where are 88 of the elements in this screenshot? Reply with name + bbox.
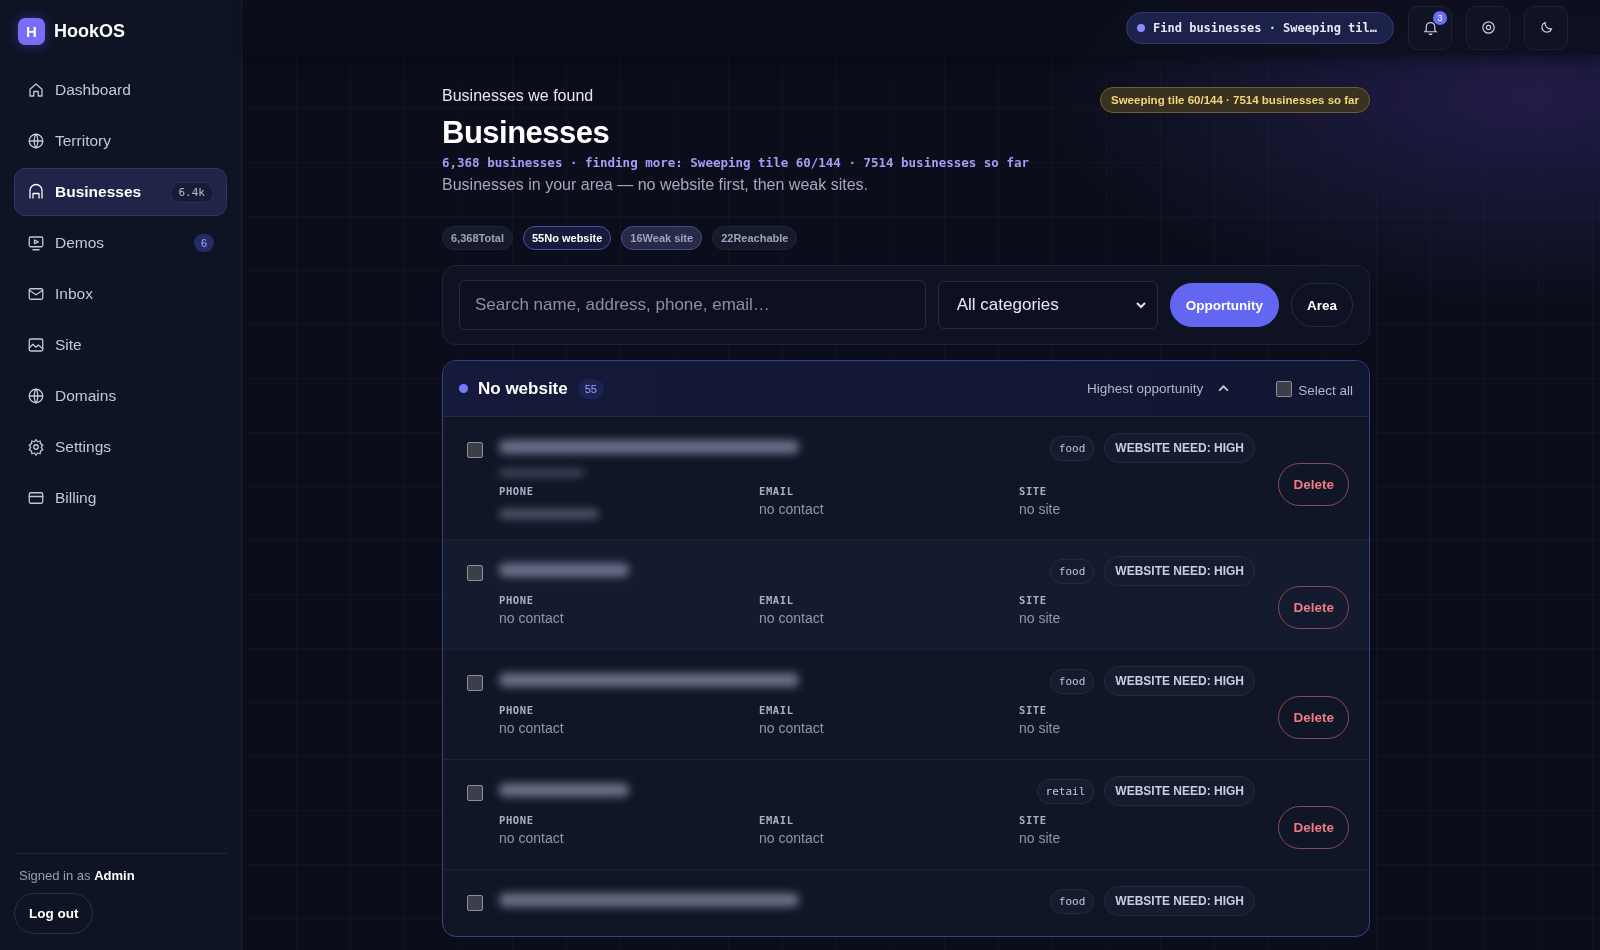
status-dot [459,384,468,393]
category-tag: retail [1036,778,1095,804]
sidebar-item[interactable]: Inbox [14,270,227,318]
row-checkbox[interactable] [467,565,483,581]
theme-toggle-button[interactable] [1524,5,1568,50]
category-tag: food [1049,888,1095,914]
field-label: PHONE [499,814,535,826]
stat-chip[interactable]: 22Reachable [712,226,798,250]
settings-button[interactable] [1466,5,1510,50]
field-value: no site [1019,610,1062,626]
field-label: PHONE [499,594,535,606]
globe-icon [27,387,45,405]
sidebar-item[interactable]: Domains [14,372,227,420]
status-dot [1137,23,1146,32]
notification-count: 3 [1433,10,1447,25]
select-all-label: Select all [1298,383,1353,398]
field-value: no contact [499,610,565,626]
field-label: EMAIL [759,704,795,716]
field-label: EMAIL [759,485,795,497]
stat-chip[interactable]: 16Weak site [621,226,703,250]
stat-chip[interactable]: 55No website [523,226,612,250]
stat-chip[interactable]: 6,368Total [442,226,513,250]
field-label: SITE [1019,594,1048,606]
settings-icon [1479,19,1497,36]
sidebar-item[interactable]: Billing [14,474,227,522]
field-value: no site [1019,720,1062,736]
group-title: No website [478,378,568,399]
field-label: PHONE [499,704,535,716]
page-eyebrow: Businesses we found [442,87,595,105]
sidebar-item[interactable]: Settings [14,423,227,471]
sidebar-item[interactable]: Demos 6 [14,219,227,267]
status-line: 6,368 businesses · finding more: Sweeping tile 60/144 · 7514 businesses so far [442,155,1029,170]
logo-icon: H [18,17,45,45]
row-checkbox[interactable] [467,895,483,911]
field-value: no contact [759,830,825,846]
need-badge: WEBSITE NEED: HIGH [1104,556,1255,586]
globe-icon [27,132,45,150]
field-value: no site [1019,501,1062,517]
field-value: no site [1019,830,1062,846]
sidebar-item[interactable]: Site [14,321,227,369]
app-name: HookOS [54,20,125,42]
field-label: EMAIL [759,594,795,606]
sort-button[interactable]: Highest opportunity [1080,380,1237,397]
notifications-button[interactable]: 3 [1408,5,1452,50]
page-title: Businesses [442,115,611,151]
row-checkbox[interactable] [467,675,483,691]
row-checkbox[interactable] [467,442,483,458]
sidebar-item[interactable]: Territory [14,117,227,165]
category-select[interactable]: All categories [937,281,1158,329]
monitor-play-icon [27,234,45,252]
need-badge: WEBSITE NEED: HIGH [1104,886,1255,916]
job-status-button[interactable]: Find businesses · Sweeping til… [1126,11,1394,44]
field-value: no contact [499,830,565,846]
signed-in-text: Signed in as Admin [18,868,136,883]
card-icon [27,489,45,507]
field-value: no contact [759,720,825,736]
field-value: no contact [759,501,825,517]
need-badge: WEBSITE NEED: HIGH [1104,433,1255,463]
select-all-checkbox[interactable] [1276,380,1293,397]
need-badge: WEBSITE NEED: HIGH [1104,666,1255,696]
mail-icon [27,285,45,303]
field-label: EMAIL [759,814,795,826]
field-label: SITE [1019,704,1048,716]
category-tag: food [1049,435,1095,461]
storefront-icon [27,183,45,201]
sidebar-item[interactable]: Dashboard [14,66,227,114]
field-label: PHONE [499,485,535,497]
count-badge: 6 [193,234,214,252]
count-badge: 55 [577,378,604,399]
chevron-down-icon [1134,299,1147,311]
home-icon [27,81,45,99]
category-tag: food [1049,558,1095,584]
bell-icon [1421,19,1439,36]
search-field[interactable]: Search name, address, phone, email… [459,280,926,330]
row-checkbox[interactable] [467,785,483,801]
field-label: SITE [1019,485,1048,497]
page-subtitle: Businesses in your area — no website first, then weak sites. [442,176,869,194]
settings-icon [27,438,45,456]
count-badge: 6.4k [169,181,214,203]
sidebar-item[interactable]: Businesses 6.4k [14,168,227,216]
field-value: no contact [759,610,825,626]
need-badge: WEBSITE NEED: HIGH [1104,776,1255,806]
image-icon [27,336,45,354]
field-label: SITE [1019,814,1048,826]
progress-pill: Sweeping tile 60/144 · 7514 businesses so far [1100,87,1370,113]
category-tag: food [1049,668,1095,694]
field-value: no contact [499,720,565,736]
sort-mode-button[interactable]: Opportunity [1169,283,1279,327]
